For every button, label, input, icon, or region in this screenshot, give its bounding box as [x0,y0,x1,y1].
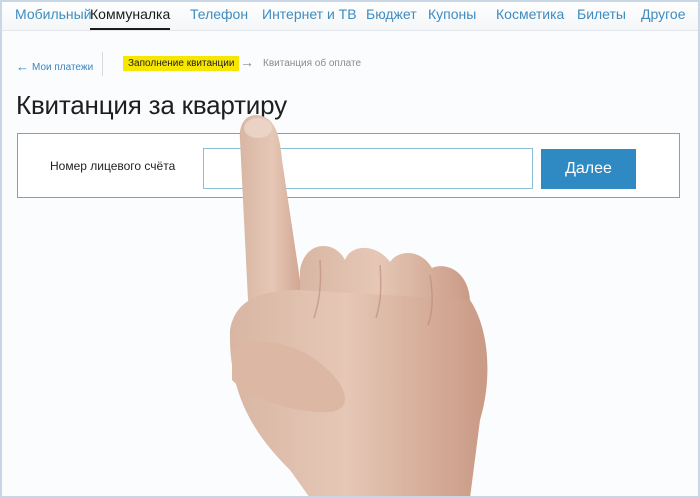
back-link-label: Мои платежи [32,62,94,73]
page-title: Квитанция за квартиру [16,90,287,120]
next-button[interactable]: Далее [541,149,636,189]
nav-item-budget[interactable]: Бюджет [366,6,417,22]
nav-item-tickets[interactable]: Билеты [577,6,626,22]
breadcrumb-divider [102,52,103,76]
top-navigation: Мобильный Коммуналка Телефон Интернет и … [0,0,700,31]
nav-item-other[interactable]: Другое [641,6,685,22]
screen-frame [0,0,700,498]
current-step-label: Заполнение квитанции [123,56,240,71]
arrow-left-icon: ← [16,59,29,74]
nav-item-cosmetics[interactable]: Косметика [496,6,564,22]
account-number-label: Номер лицевого счёта [50,159,176,173]
nav-item-mobile[interactable]: Мобильный [15,6,92,22]
nav-item-utilities[interactable]: Коммуналка [90,6,171,30]
pointing-hand-image [229,115,488,498]
next-step-label: Квитанция об оплате [263,58,362,69]
back-to-payments-link[interactable]: ← Мои платежи [16,58,94,74]
nav-item-coupons[interactable]: Купоны [428,6,476,22]
nav-item-phone[interactable]: Телефон [190,6,248,22]
account-form: Номер лицевого счёта Далее [17,133,680,198]
arrow-right-icon: → [240,54,254,70]
nav-item-internet-tv[interactable]: Интернет и ТВ [262,6,357,22]
account-number-input[interactable] [203,148,533,189]
